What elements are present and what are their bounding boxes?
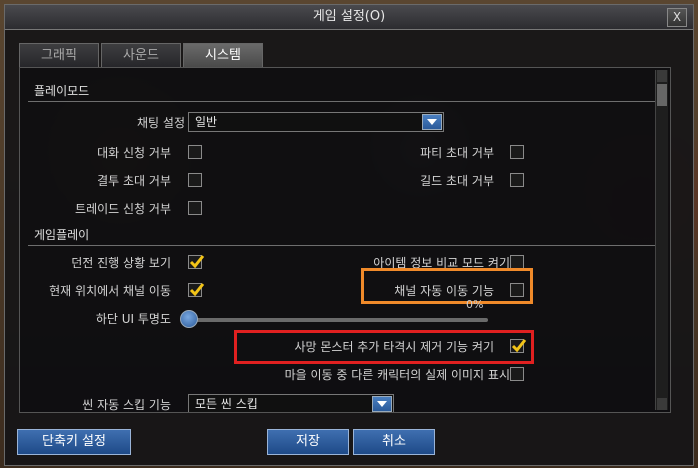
chat-setting-label: 채팅 설정: [137, 116, 185, 130]
section-divider: [28, 101, 668, 102]
scroll-up-icon[interactable]: [657, 70, 667, 82]
panel-scrollbar[interactable]: [655, 70, 668, 410]
ui-transparency-slider-track[interactable]: [196, 318, 488, 322]
auto-channel-move-label: 채널 자동 이동 기능: [394, 284, 494, 298]
section-title-play-mode: 플레이모드: [34, 84, 90, 98]
trade-refuse-label: 트레이드 신청 거부: [75, 202, 171, 216]
chat-setting-select[interactable]: 일반: [188, 112, 444, 132]
cancel-button[interactable]: 취소: [353, 429, 435, 455]
window-title: 게임 설정(O): [312, 9, 386, 24]
window-titlebar[interactable]: 게임 설정(O): [5, 5, 693, 30]
tab-system[interactable]: 시스템: [183, 43, 263, 67]
dungeon-progress-label: 던전 진행 상황 보기: [71, 256, 171, 270]
guild-invite-refuse-checkbox[interactable]: [510, 173, 524, 187]
save-button[interactable]: 저장: [267, 429, 349, 455]
death-monster-remove-checkbox[interactable]: [510, 339, 527, 353]
ui-transparency-value: 0%: [466, 298, 484, 311]
tab-graphics[interactable]: 그래픽: [19, 43, 99, 67]
chevron-down-icon: [422, 114, 442, 130]
party-invite-refuse-checkbox[interactable]: [510, 145, 524, 159]
checkmark-icon: [189, 283, 205, 297]
chat-refuse-checkbox[interactable]: [188, 145, 202, 159]
death-monster-remove-label: 사망 몬스터 추가 타격시 제거 기능 켜기: [294, 340, 494, 354]
chevron-down-icon: [372, 396, 392, 412]
chat-refuse-label: 대화 신청 거부: [97, 146, 171, 160]
close-icon: X: [672, 10, 682, 24]
scene-skip-label: 씬 자동 스킵 기능: [82, 398, 171, 412]
item-compare-checkbox[interactable]: [510, 255, 524, 269]
dungeon-progress-checkbox[interactable]: [188, 255, 205, 269]
tab-sound[interactable]: 사운드: [101, 43, 181, 67]
scene-skip-select[interactable]: 모든 씬 스킵: [188, 394, 394, 412]
scene-skip-value: 모든 씬 스킵: [195, 397, 258, 411]
checkmark-icon: [189, 255, 205, 269]
hotkey-settings-button[interactable]: 단축키 설정: [17, 429, 131, 455]
ui-transparency-label: 하단 UI 투명도: [95, 312, 171, 326]
auto-channel-move-checkbox[interactable]: [510, 283, 524, 297]
duel-invite-refuse-checkbox[interactable]: [188, 173, 202, 187]
town-real-image-label: 마을 이동 중 다른 캐릭터의 실제 이미지 표시: [284, 368, 510, 382]
channel-move-here-label: 현재 위치에서 채널 이동: [49, 284, 171, 298]
checkmark-icon: [511, 339, 527, 353]
section-title-game-play: 게임플레이: [34, 228, 90, 242]
guild-invite-refuse-label: 길드 초대 거부: [420, 174, 494, 188]
close-button[interactable]: X: [667, 8, 687, 27]
party-invite-refuse-label: 파티 초대 거부: [420, 146, 494, 160]
scroll-thumb[interactable]: [657, 84, 667, 106]
ui-transparency-slider-thumb[interactable]: [180, 310, 198, 328]
section-divider: [28, 245, 668, 246]
chat-setting-value: 일반: [195, 115, 218, 129]
town-real-image-checkbox[interactable]: [510, 367, 524, 381]
settings-panel: 플레이모드 채팅 설정 일반 대화 신청 거부 파티 초대 거부 결투 초대 거…: [19, 67, 671, 413]
settings-window: 게임 설정(O) X 그래픽 사운드 시스템 플레이모드 채팅 설정 일반 대화…: [4, 4, 694, 466]
scroll-down-icon[interactable]: [657, 398, 667, 410]
duel-invite-refuse-label: 결투 초대 거부: [97, 174, 171, 188]
channel-move-here-checkbox[interactable]: [188, 283, 205, 297]
trade-refuse-checkbox[interactable]: [188, 201, 202, 215]
